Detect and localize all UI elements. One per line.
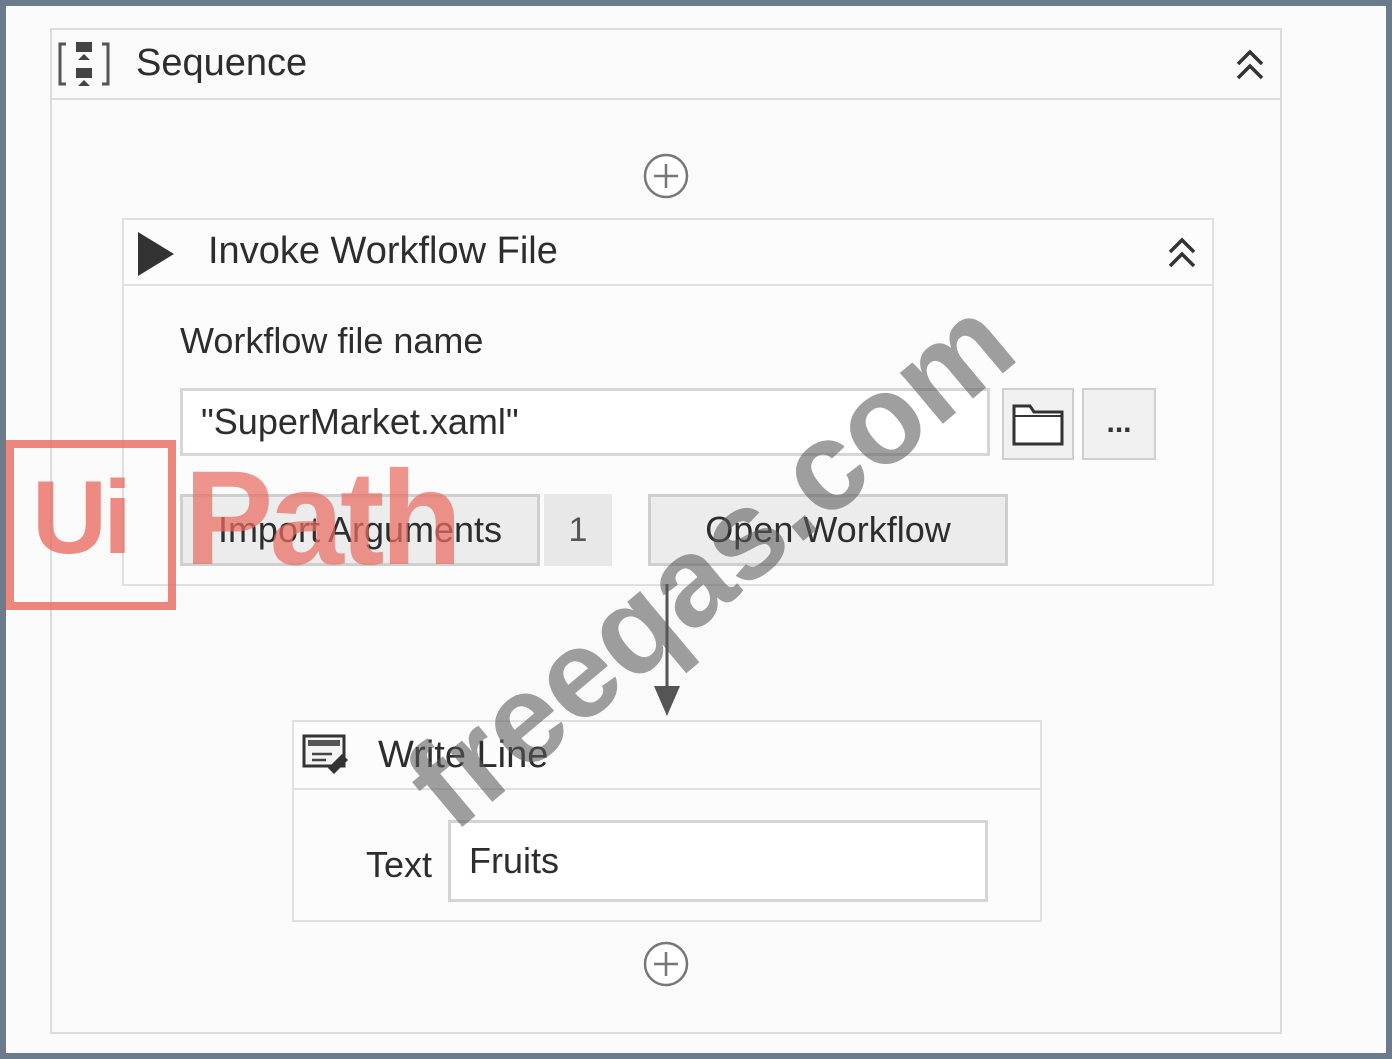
text-field-input[interactable] xyxy=(448,820,988,902)
folder-icon xyxy=(1012,404,1064,446)
logo-ui-text: Ui xyxy=(32,460,132,576)
uipath-logo-watermark: Ui xyxy=(6,440,176,610)
double-chevron-up-icon[interactable] xyxy=(1164,234,1200,270)
sequence-title: Sequence xyxy=(136,42,308,84)
add-activity-bottom-button[interactable] xyxy=(642,940,690,988)
sequence-icon xyxy=(58,42,110,86)
sequence-header: Sequence xyxy=(52,30,1280,100)
workflow-file-name-label: Workflow file name xyxy=(180,320,484,361)
play-icon xyxy=(138,232,174,276)
invoke-workflow-header: Invoke Workflow File xyxy=(124,220,1212,286)
arguments-count-badge: 1 xyxy=(544,494,612,566)
plus-circle-icon[interactable] xyxy=(642,152,690,200)
invoke-workflow-title: Invoke Workflow File xyxy=(208,230,558,272)
logo-path-text: Path xyxy=(184,444,462,593)
write-line-icon xyxy=(302,734,348,774)
double-chevron-up-icon[interactable] xyxy=(1232,46,1268,82)
more-options-button[interactable]: ... xyxy=(1082,388,1156,460)
plus-circle-icon xyxy=(643,941,689,987)
